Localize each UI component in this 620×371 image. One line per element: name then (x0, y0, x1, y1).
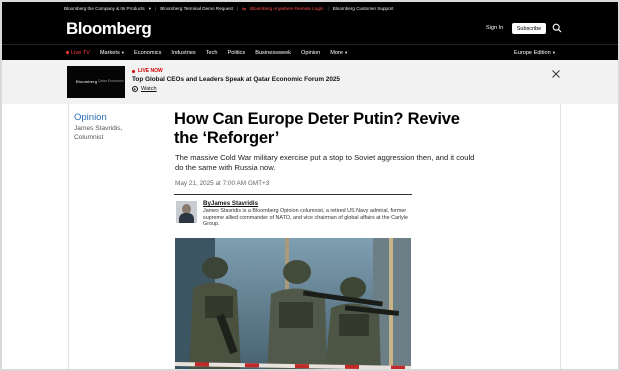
bloomberg-logo[interactable]: Bloomberg (66, 19, 152, 39)
live-now-badge: LIVE NOW (132, 68, 163, 74)
nav-markets-label: Markets (99, 49, 120, 56)
nav-economics-label: Economics (134, 49, 162, 56)
utility-anywhere-link[interactable]: Bloomberg Anywhere Remote Login (250, 6, 324, 11)
play-icon: ▶ (132, 86, 138, 92)
live-dot-icon (132, 69, 135, 73)
live-thumbnail[interactable]: Bloomberg Qatar Economic (67, 66, 125, 98)
close-icon[interactable] (551, 69, 561, 79)
nav-industries-label: Industries (171, 49, 196, 56)
nav-live-tv-label: Live TV (71, 49, 90, 56)
divider: | (327, 6, 329, 11)
divider: | (236, 6, 239, 11)
nav-politics-label: Politics (227, 49, 246, 56)
divider (560, 104, 561, 369)
live-banner[interactable]: Bloomberg Qatar Economic LIVE NOW Top Gl… (2, 60, 618, 104)
nav-businessweek[interactable]: Businessweek (255, 50, 291, 56)
utility-terminal-link[interactable]: Bloomberg Terminal Demo Request (160, 6, 233, 11)
thumbnail-subtitle: Qatar Economic (98, 79, 124, 83)
nav-markets[interactable]: Markets ▾ (100, 50, 124, 56)
banner-title[interactable]: Top Global CEOs and Leaders Speak at Qat… (132, 76, 340, 83)
live-dot-icon (66, 51, 69, 54)
watch-link[interactable]: ▶ Watch (132, 86, 157, 92)
nav-economics[interactable]: Economics (134, 50, 161, 56)
chevron-down-icon: ▾ (148, 5, 151, 11)
subscribe-button[interactable]: Subscribe (512, 23, 546, 34)
byline-author-link[interactable]: ByJames Stavridis (203, 200, 258, 207)
soldiers-photo (175, 238, 411, 369)
article-date: May 21, 2025 at 7:00 AM GMT+3 (175, 180, 270, 187)
sign-in-link[interactable]: Sign In (486, 25, 503, 31)
author-bio: James Stavridis is a Bloomberg Opinion c… (203, 208, 408, 228)
nav-businessweek-label: Businessweek (255, 49, 291, 56)
nav-more[interactable]: More ▾ (330, 50, 347, 56)
search-icon[interactable] (552, 23, 562, 33)
chevron-down-icon: ▾ (345, 49, 348, 55)
nav-more-label: More (330, 49, 344, 56)
chevron-down-icon: ▾ (552, 50, 555, 55)
thumbnail-logo: Bloomberg (76, 79, 98, 84)
article-headline: How Can Europe Deter Putin? Revive the ‘… (174, 110, 460, 147)
edition-label: Europe Edition (514, 50, 551, 56)
live-now-label: LIVE NOW (138, 68, 163, 74)
avatar-body (179, 213, 194, 223)
site-header: Bloomberg Sign In Subscribe (2, 15, 618, 44)
utility-bar: Bloomberg the Company & Its Products ▾ |… (2, 2, 618, 15)
browser-frame: Bloomberg the Company & Its Products ▾ |… (0, 0, 620, 371)
author-avatar[interactable] (176, 201, 197, 223)
divider (68, 104, 69, 369)
nav-opinion[interactable]: Opinion (301, 50, 320, 56)
utility-support-link[interactable]: Bloomberg Customer Support (333, 6, 394, 11)
nav-tech[interactable]: Tech (206, 50, 218, 56)
nav-politics[interactable]: Politics (228, 50, 246, 56)
side-author-name[interactable]: James Stavridis, (74, 125, 122, 134)
divider: | (155, 6, 157, 11)
chevron-down-icon: ▾ (121, 49, 125, 55)
article-dek: The massive Cold War military exercise p… (175, 153, 475, 172)
edition-selector[interactable]: Europe Edition ▾ (514, 45, 555, 61)
utility-company-link[interactable]: Bloomberg the Company & Its Products (64, 6, 145, 11)
nav-live-tv[interactable]: Live TV (66, 50, 90, 56)
section-label[interactable]: Opinion (74, 112, 107, 123)
main-nav: Live TV Markets ▾ Economics Industries T… (2, 44, 618, 60)
anywhere-icon: ⇆ (242, 5, 246, 11)
watch-label: Watch (141, 86, 157, 92)
nav-industries[interactable]: Industries (171, 50, 195, 56)
nav-opinion-label: Opinion (300, 49, 321, 56)
nav-tech-label: Tech (205, 49, 218, 56)
side-author-role: Columnist (74, 133, 104, 141)
hero-image (175, 238, 411, 369)
side-author-block: James Stavridis, Columnist (74, 125, 122, 142)
byline: ByJames Stavridis James Stavridis is a B… (174, 194, 412, 232)
